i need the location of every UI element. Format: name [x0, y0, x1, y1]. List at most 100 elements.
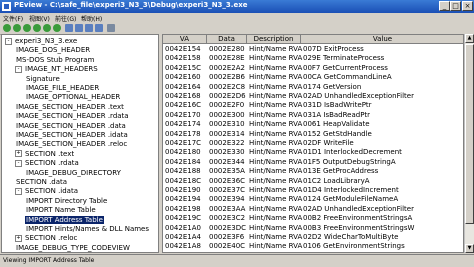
table-cell: Hint/Name RVA — [249, 63, 303, 72]
table-cell: 0002E280 — [209, 45, 245, 53]
collapse-icon[interactable]: - — [5, 37, 12, 45]
column-header-value[interactable]: Value — [301, 35, 463, 44]
table-row[interactable]: 0042E160 0002E2B6 Hint/Name RVA 00CA GetCom… — [163, 73, 463, 82]
collapse-icon[interactable]: - — [15, 159, 22, 167]
table-cell: 0042E1A0 — [165, 223, 201, 232]
table-row[interactable]: 0042E18C 0002E36C Hint/Name RVA 01C2 LoadLi… — [163, 176, 463, 186]
forward-icon[interactable] — [13, 24, 21, 32]
tree-item[interactable]: SECTION .data — [15, 178, 68, 187]
table-cell: 0042E198 — [165, 204, 201, 213]
tree-item[interactable]: IMAGE_DEBUG_TYPE_CODEVIEW — [15, 243, 131, 252]
status-bar: Viewing IMPORT Address Table — [0, 254, 474, 267]
table-cell: 0152 GetStdHandle — [303, 129, 372, 138]
tree-item[interactable]: IMPORT Directory Table — [25, 197, 108, 206]
right-icon[interactable] — [53, 24, 61, 32]
close-button[interactable]: × — [462, 1, 473, 11]
tree-item[interactable]: IMPORT Hints/Names & DLL Names — [25, 225, 150, 234]
tree-item[interactable]: IMAGE_SECTION_HEADER .text — [15, 103, 125, 112]
vertical-scrollbar[interactable]: ▲ ▼ — [464, 34, 474, 253]
table-cell: 0124 GetModuleFileNameA — [303, 195, 399, 204]
table-cell: 0042E18C — [165, 176, 202, 185]
table-cell: 0042E1A4 — [165, 233, 201, 241]
table-row[interactable]: 0042E17C 0002E322 Hint/Name RVA 02DF WriteF… — [163, 139, 463, 148]
table-row[interactable]: 0042E194 0002E394 Hint/Name RVA 0124 GetMod… — [163, 195, 463, 204]
table-row[interactable]: 0042E168 0002E2D6 Hint/Name RVA 02AD Unhand… — [163, 92, 463, 101]
tree-item[interactable]: IMPORT Name Table — [25, 206, 97, 215]
up-icon[interactable] — [23, 24, 31, 32]
table-row[interactable]: 0042E190 0002E37C Hint/Name RVA 01D4 Interl… — [163, 186, 463, 195]
list-icon[interactable] — [65, 24, 73, 32]
table-row[interactable]: 0042E19C 0002E3C2 Hint/Name RVA 00B2 FreeEn… — [163, 214, 463, 223]
table-cell: 0106 GetEnvironmentStrings — [303, 242, 405, 251]
table-row[interactable]: 0042E15C 0002E2A2 Hint/Name RVA 00F7 GetCur… — [163, 63, 463, 73]
tree-item[interactable]: IMAGE_SECTION_HEADER .data — [15, 122, 127, 131]
table-row[interactable]: 0042E164 0002E2C8 Hint/Name RVA 0174 GetVer… — [163, 82, 463, 92]
tree-item[interactable]: MS-DOS Stub Program — [15, 56, 95, 65]
table-cell: 0002E3F6 — [209, 233, 245, 241]
scroll-down-icon[interactable]: ▼ — [465, 244, 474, 253]
tree-item[interactable]: IMAGE_OPTIONAL_HEADER — [25, 93, 121, 102]
column-header-va[interactable]: VA — [163, 35, 207, 44]
collapse-icon[interactable]: - — [15, 65, 22, 73]
tree-item[interactable]: + SECTION .text — [15, 150, 75, 159]
table-row[interactable]: 0042E188 0002E35A Hint/Name RVA 013E GetPro… — [163, 167, 463, 176]
tree-item[interactable]: IMAGE_DOS_HEADER — [15, 46, 91, 55]
tree-item[interactable]: - SECTION .idata — [15, 187, 79, 196]
tree-item[interactable]: + SECTION .reloc — [15, 234, 78, 243]
table-row[interactable]: 0042E178 0002E314 Hint/Name RVA 0152 GetStd… — [163, 129, 463, 139]
list2-icon[interactable] — [75, 24, 83, 32]
tree-item[interactable]: IMAGE_SECTION_HEADER .rdata — [15, 112, 130, 121]
collapse-icon[interactable]: - — [15, 187, 22, 195]
table-row[interactable]: 0042E198 0002E3AA Hint/Name RVA 02AD Unhand… — [163, 204, 463, 214]
table-cell: Hint/Name RVA — [249, 45, 303, 53]
table-row[interactable]: 0042E154 0002E280 Hint/Name RVA 007D ExitPr… — [163, 45, 463, 54]
expand-icon[interactable]: + — [15, 150, 22, 158]
tree-item[interactable]: - SECTION .rdata — [15, 159, 80, 168]
list3-icon[interactable] — [85, 24, 93, 32]
table-row[interactable]: 0042E180 0002E330 Hint/Name RVA 01D1 Interl… — [163, 148, 463, 157]
tree-item[interactable]: IMPORT Address Table — [25, 215, 104, 225]
table-cell: 0174 GetVersion — [303, 82, 362, 91]
tree-item-label: SECTION .text — [25, 149, 75, 158]
tree-item[interactable]: IMAGE_SECTION_HEADER .reloc — [15, 140, 128, 149]
expand-icon[interactable]: + — [15, 234, 22, 242]
help-icon[interactable] — [107, 24, 115, 32]
column-header-data[interactable]: Data — [207, 35, 247, 44]
table-row[interactable]: 0042E174 0002E310 Hint/Name RVA 0061 HeapVa… — [163, 120, 463, 129]
list4-icon[interactable] — [95, 24, 103, 32]
table-row[interactable]: 0042E1A0 0002E3DC Hint/Name RVA 00B3 FreeEn… — [163, 223, 463, 233]
back-icon[interactable] — [3, 24, 11, 32]
tree-item[interactable]: - IMAGE_NT_HEADERS — [15, 65, 99, 74]
scroll-thumb[interactable] — [465, 44, 474, 224]
table-row[interactable]: 0042E170 0002E300 Hint/Name RVA 031A IsBadR… — [163, 110, 463, 120]
maximize-button[interactable]: □ — [450, 1, 461, 11]
tree-item[interactable]: IMAGE_FILE_HEADER — [25, 84, 100, 93]
tree-item[interactable]: IMAGE_SECTION_HEADER .idata — [15, 131, 129, 140]
table-cell: 0042E164 — [165, 82, 201, 91]
down-icon[interactable] — [33, 24, 41, 32]
tree-item[interactable]: Signature — [25, 75, 61, 84]
table-row[interactable]: 0042E184 0002E344 Hint/Name RVA 01F5 Output… — [163, 157, 463, 167]
tree-item-label: IMPORT Hints/Names & DLL Names — [26, 225, 150, 233]
table-cell: 01C2 LoadLibraryA — [303, 176, 370, 185]
minimize-button[interactable]: _ — [439, 1, 450, 11]
table-cell: 0002E344 — [209, 157, 245, 166]
table-row[interactable]: 0042E16C 0002E2F0 Hint/Name RVA 031D IsBadW… — [163, 101, 463, 110]
tree-item[interactable]: IMAGE_DEBUG_DIRECTORY — [25, 169, 122, 178]
table-cell: 031A IsBadReadPtr — [303, 110, 371, 119]
table-row[interactable]: 0042E1A8 0002E40C Hint/Name RVA 0106 GetEnv… — [163, 242, 463, 251]
scroll-up-icon[interactable]: ▲ — [465, 34, 474, 43]
left-icon[interactable] — [43, 24, 51, 32]
tree-item-label: IMAGE_DEBUG_TYPE_CODEVIEW — [16, 243, 130, 252]
menu-bar: 文件(F) 视图(V) 前往(G) 帮助(H) — [0, 13, 474, 23]
table-row[interactable]: 0042E1A4 0002E3F6 Hint/Name RVA 02D2 WideCh… — [163, 233, 463, 242]
tree-item-label: IMAGE_DEBUG_DIRECTORY — [26, 168, 121, 177]
table-row[interactable]: 0042E158 0002E28E Hint/Name RVA 029E Termin… — [163, 54, 463, 63]
table-cell: Hint/Name RVA — [249, 167, 303, 176]
pe-structure-tree[interactable]: - experi3_N3_3.exe IMAGE_DOS_HEADER MS-DOS … — [1, 34, 159, 253]
table-cell: Hint/Name RVA — [249, 82, 303, 91]
tree-item[interactable]: - experi3_N3_3.exe — [5, 37, 78, 46]
column-header-description[interactable]: Description — [247, 35, 301, 44]
table-cell: 029E TerminateProcess — [303, 54, 385, 63]
table-cell: 0042E190 — [165, 186, 201, 194]
